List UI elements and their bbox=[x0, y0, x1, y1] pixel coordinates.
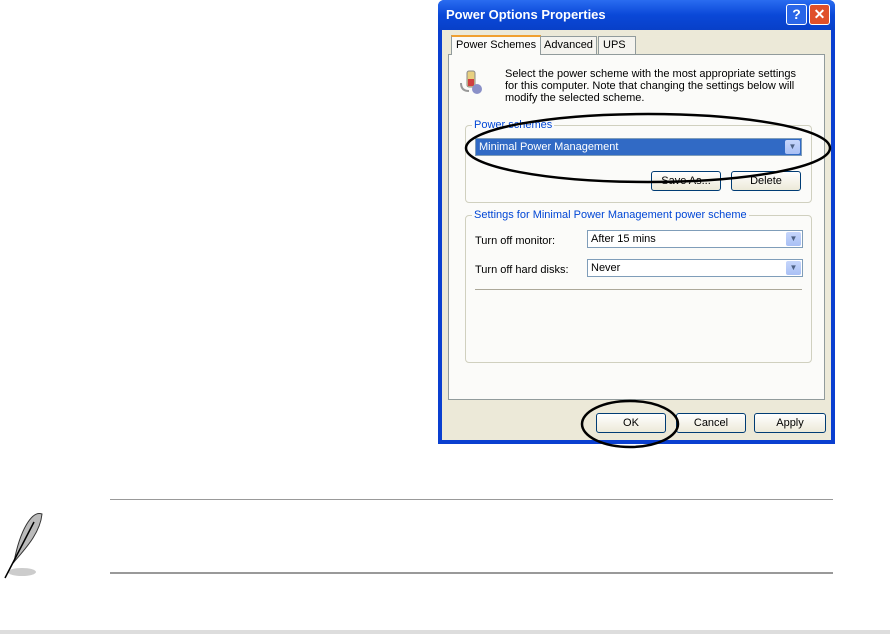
tab-power-schemes[interactable]: Power Schemes bbox=[451, 35, 542, 55]
ok-highlight-ellipse bbox=[580, 399, 680, 449]
note-top-rule bbox=[110, 499, 833, 500]
power-schemes-highlight-ellipse bbox=[464, 112, 832, 184]
annotation-ellipses bbox=[464, 112, 832, 449]
feather-quill-icon bbox=[2, 500, 44, 580]
note-bottom-rule bbox=[110, 572, 833, 574]
page-footer-bar bbox=[0, 630, 890, 634]
